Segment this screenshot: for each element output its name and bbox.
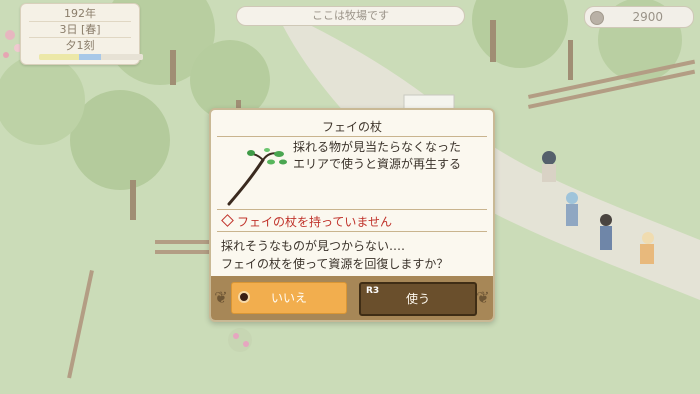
item-use-dialog: フェイの杖 採れる物が見当たらなくなった エリアで使うと資源が再生する フェイの… — [209, 108, 495, 322]
item-description: 採れる物が見当たらなくなった エリアで使うと資源が再生する — [293, 139, 489, 173]
ornament-right-icon: ❦ — [476, 288, 490, 307]
day-label: 3日 [春] — [59, 23, 101, 36]
description-line-2: エリアで使うと資源が再生する — [293, 157, 462, 171]
warning-divider — [217, 231, 487, 232]
year-label: 192年 — [64, 7, 96, 20]
description-line-1: 採れる物が見当たらなくなった — [293, 140, 462, 154]
date-time-panel: 192年 3日 [春] 夕1刻 — [20, 3, 143, 65]
circle-button-icon — [238, 291, 250, 303]
diamond-icon — [221, 214, 234, 227]
money-amount: 2900 — [632, 10, 663, 24]
ornament-left-icon: ❦ — [214, 288, 228, 307]
no-button[interactable]: いいえ — [231, 282, 347, 314]
use-button-label: 使う — [405, 292, 430, 306]
use-button[interactable]: R3 使う — [359, 282, 477, 316]
r3-hint: R3 — [366, 286, 380, 296]
location-banner: ここは牧場です — [236, 6, 465, 26]
warning-message: フェイの杖を持っていません — [221, 213, 392, 230]
confirm-prompt: 採れそうなものが見つからない‥‥ フェイの杖を使って資源を回復しますか？ — [221, 237, 448, 273]
day-progress-bar — [39, 54, 143, 60]
time-label: 夕1刻 — [65, 39, 95, 52]
dialog-title: フェイの杖 — [321, 120, 382, 134]
prompt-line-2: フェイの杖を使って資源を回復しますか？ — [221, 257, 449, 271]
no-button-label: いいえ — [270, 291, 307, 305]
coin-icon — [590, 11, 604, 25]
prompt-line-1: 採れそうなものが見つからない‥‥ — [221, 239, 406, 253]
description-divider — [217, 209, 487, 210]
money-panel: 2900 — [584, 6, 694, 28]
button-bar: ❦ ❦ いいえ R3 使う — [211, 276, 493, 320]
fairy-staff-icon — [223, 140, 293, 210]
warning-text: フェイの杖を持っていません — [237, 215, 393, 229]
title-divider — [217, 136, 487, 137]
